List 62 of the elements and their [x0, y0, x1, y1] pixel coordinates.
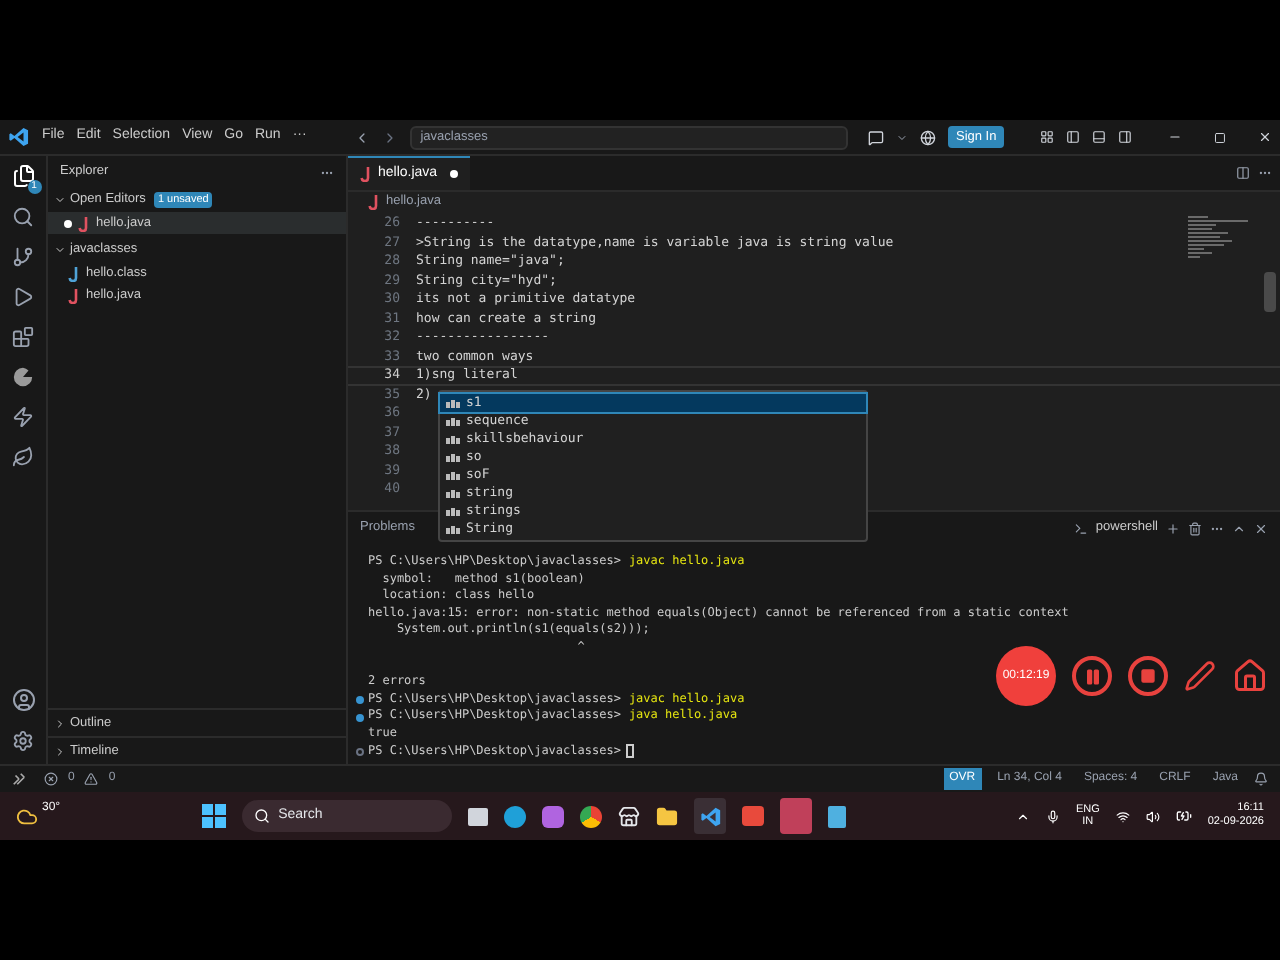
- explorer-icon[interactable]: [11, 164, 35, 188]
- layout-icon[interactable]: [1040, 130, 1055, 144]
- weather-icon[interactable]: [16, 805, 38, 827]
- scrollbar-thumb[interactable]: [1264, 272, 1276, 312]
- sidebar-toggle-icon[interactable]: [1066, 130, 1081, 144]
- wifi-icon[interactable]: [1115, 809, 1130, 823]
- app-logo-icon: [699, 805, 722, 827]
- error-icon[interactable]: [44, 772, 58, 786]
- chevron-right-icon[interactable]: [54, 745, 66, 757]
- folder-icon[interactable]: [656, 805, 679, 827]
- text-kind-icon: [446, 525, 460, 533]
- minimap-drawing: [1188, 216, 1252, 264]
- split-editor-icon[interactable]: [1236, 166, 1250, 180]
- stop-icon: [1140, 668, 1156, 684]
- text-kind-icon: [446, 453, 460, 461]
- text-kind-icon: [446, 471, 460, 479]
- pen-icon[interactable]: [1184, 660, 1216, 692]
- tray-overflow-icon[interactable]: [1015, 809, 1030, 823]
- terminal-icon: [1073, 521, 1088, 535]
- text-kind-icon: [446, 417, 460, 425]
- remote-icon[interactable]: [12, 772, 26, 786]
- trash-icon[interactable]: [1188, 521, 1202, 535]
- extensions-icon[interactable]: [12, 326, 34, 348]
- store-icon[interactable]: [618, 805, 641, 827]
- search-icon[interactable]: [12, 206, 34, 228]
- terminal-cursor: [626, 744, 635, 759]
- text-kind-icon: [446, 489, 460, 497]
- file-type-icon: [78, 215, 90, 231]
- chevron-down-icon[interactable]: [54, 244, 66, 256]
- close-icon[interactable]: [1258, 130, 1273, 144]
- add-icon[interactable]: [1166, 521, 1180, 535]
- start-icon[interactable]: [202, 804, 227, 828]
- secondary-sidebar-toggle-icon[interactable]: [1118, 130, 1133, 144]
- text-kind-icon: [446, 507, 460, 515]
- close-icon[interactable]: [1254, 521, 1268, 535]
- chevron-down-icon[interactable]: [896, 131, 909, 143]
- volume-icon[interactable]: [1145, 809, 1160, 823]
- settings-icon[interactable]: [12, 730, 34, 752]
- text-kind-icon: [446, 399, 460, 407]
- search-icon: [254, 808, 271, 824]
- chevron-right-icon[interactable]: [54, 717, 66, 729]
- more-icon[interactable]: [1258, 166, 1272, 180]
- maximize-icon[interactable]: [1232, 521, 1246, 535]
- run-debug-icon[interactable]: [12, 286, 34, 308]
- microphone-icon[interactable]: [1045, 809, 1060, 823]
- warning-icon[interactable]: [84, 772, 99, 786]
- text-kind-icon: [446, 435, 460, 443]
- pause-icon: [1083, 667, 1101, 685]
- leaf-icon[interactable]: [12, 446, 34, 468]
- panel-toggle-icon[interactable]: [1092, 130, 1107, 144]
- notification-icon[interactable]: [1254, 772, 1268, 786]
- app-logo-icon: [8, 126, 30, 148]
- source-control-icon[interactable]: [12, 246, 34, 268]
- home-icon[interactable]: [1232, 658, 1268, 694]
- lightning-icon[interactable]: [12, 406, 34, 428]
- stop-button[interactable]: [1128, 656, 1168, 696]
- restore-icon[interactable]: [1214, 131, 1227, 143]
- battery-icon[interactable]: [1175, 808, 1192, 824]
- minimize-icon[interactable]: [1168, 130, 1183, 144]
- pause-button[interactable]: [1072, 656, 1112, 696]
- chat-icon[interactable]: [868, 129, 885, 145]
- chevron-down-icon[interactable]: [54, 194, 66, 206]
